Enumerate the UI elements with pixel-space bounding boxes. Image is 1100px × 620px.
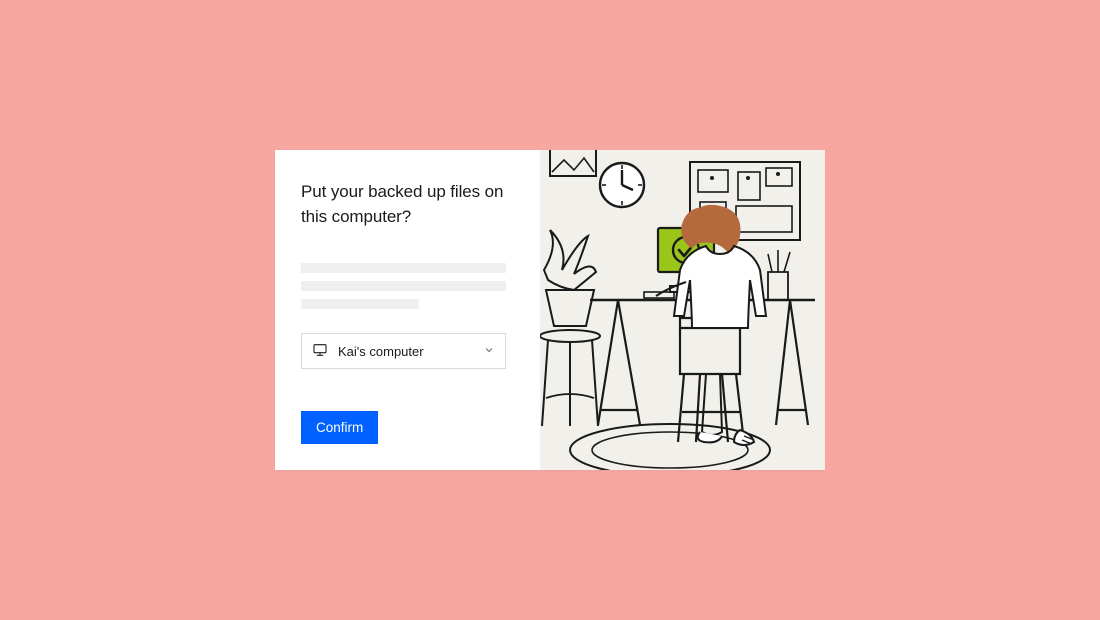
placeholder-line bbox=[301, 281, 506, 291]
select-value: Kai's computer bbox=[338, 344, 473, 359]
illustration-panel bbox=[540, 150, 825, 470]
monitor-icon bbox=[312, 342, 328, 361]
placeholder-line bbox=[301, 299, 419, 309]
placeholder-line bbox=[301, 263, 506, 273]
chevron-down-icon bbox=[483, 344, 495, 359]
backup-restore-dialog: Put your backed up files on this compute… bbox=[275, 150, 825, 470]
dialog-title: Put your backed up files on this compute… bbox=[301, 180, 514, 229]
dialog-left-panel: Put your backed up files on this compute… bbox=[275, 150, 540, 470]
source-computer-select[interactable]: Kai's computer bbox=[301, 333, 506, 369]
confirm-button[interactable]: Confirm bbox=[301, 411, 378, 444]
dialog-actions: Confirm bbox=[301, 383, 514, 444]
description-placeholder bbox=[301, 263, 514, 309]
